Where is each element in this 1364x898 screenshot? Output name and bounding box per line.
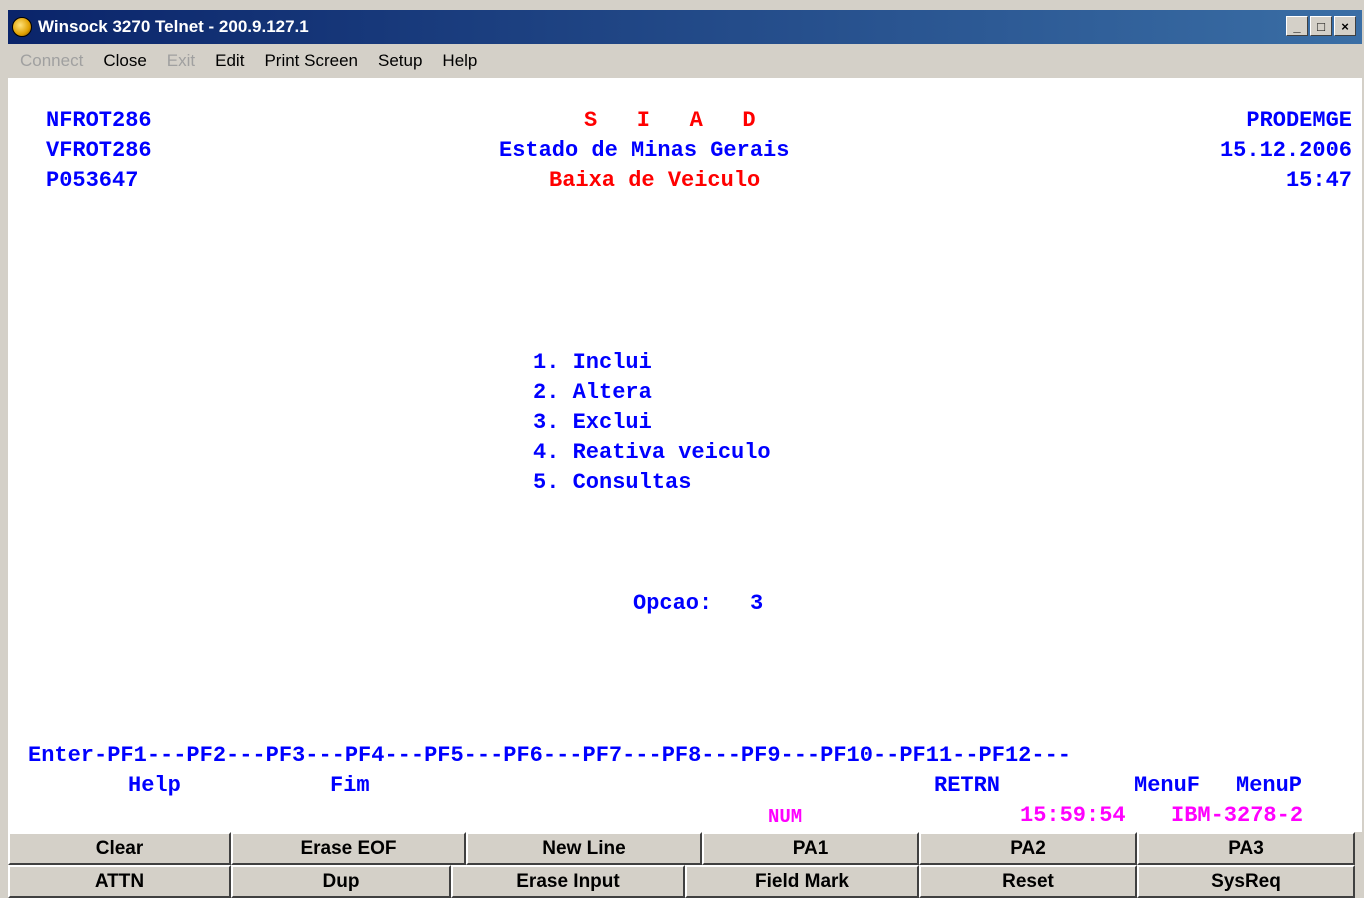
keypad-row-2: ATTN Dup Erase Input Field Mark Reset Sy…: [8, 865, 1362, 898]
window-controls: _ □ ×: [1286, 16, 1356, 36]
status-terminal: IBM-3278-2: [1171, 803, 1304, 828]
pf9-retrn: RETRN: [934, 773, 1001, 798]
attn-button[interactable]: ATTN: [8, 865, 231, 898]
erase-input-button[interactable]: Erase Input: [451, 865, 685, 898]
menu-help[interactable]: Help: [442, 51, 477, 71]
screen-time: 15:47: [1285, 168, 1352, 193]
menu-setup[interactable]: Setup: [378, 51, 422, 71]
clear-button[interactable]: Clear: [8, 832, 231, 865]
sysreq-button[interactable]: SysReq: [1137, 865, 1355, 898]
minimize-button[interactable]: _: [1286, 16, 1308, 36]
app-icon[interactable]: [12, 17, 32, 37]
pa3-button[interactable]: PA3: [1137, 832, 1355, 865]
menu-exit[interactable]: Exit: [167, 51, 195, 71]
menu-connect[interactable]: Connect: [20, 51, 83, 71]
org-name: PRODEMGE: [1246, 108, 1352, 133]
terminal-screen[interactable]: NFROT286 VFROT286 P053647 S I A D Estado…: [8, 78, 1362, 832]
option-prompt-label: Opcao:: [633, 591, 713, 616]
pa1-button[interactable]: PA1: [702, 832, 919, 865]
pf12-menup: MenuP: [1236, 773, 1303, 798]
title-bar: Winsock 3270 Telnet - 200.9.127.1 _ □ ×: [8, 10, 1362, 44]
pf11-menuf: MenuF: [1134, 773, 1201, 798]
state-name: Estado de Minas Gerais: [499, 138, 790, 163]
menu-close[interactable]: Close: [103, 51, 146, 71]
pf1-help: Help: [128, 773, 181, 798]
option-exclui: 3. Exclui: [533, 410, 652, 435]
menu-bar: Connect Close Exit Edit Print Screen Set…: [8, 44, 1362, 78]
screen-date: 15.12.2006: [1219, 138, 1352, 163]
pf3-fim: Fim: [330, 773, 370, 798]
program-id-1: NFROT286: [46, 108, 152, 133]
new-line-button[interactable]: New Line: [466, 832, 702, 865]
screen-title: Baixa de Veiculo: [549, 168, 761, 193]
dup-button[interactable]: Dup: [231, 865, 451, 898]
option-inclui: 1. Inclui: [533, 350, 652, 375]
erase-eof-button[interactable]: Erase EOF: [231, 832, 466, 865]
option-input[interactable]: 3: [750, 589, 763, 619]
pa2-button[interactable]: PA2: [919, 832, 1137, 865]
status-clock: 15:59:54: [1020, 803, 1126, 828]
menu-print-screen[interactable]: Print Screen: [264, 51, 358, 71]
program-id-2: VFROT286: [46, 138, 152, 163]
reset-button[interactable]: Reset: [919, 865, 1137, 898]
pf-key-line: Enter-PF1---PF2---PF3---PF4---PF5---PF6-…: [28, 743, 1071, 768]
window-title: Winsock 3270 Telnet - 200.9.127.1: [38, 17, 309, 36]
option-altera: 2. Altera: [533, 380, 652, 405]
option-reativa-veiculo: 4. Reativa veiculo: [533, 440, 771, 465]
close-button[interactable]: ×: [1334, 16, 1356, 36]
option-consultas: 5. Consultas: [533, 470, 692, 495]
system-name: S I A D: [584, 108, 756, 133]
keypad-row-1: Clear Erase EOF New Line PA1 PA2 PA3: [8, 832, 1362, 865]
maximize-button[interactable]: □: [1310, 16, 1332, 36]
field-mark-button[interactable]: Field Mark: [685, 865, 919, 898]
keypad: Clear Erase EOF New Line PA1 PA2 PA3 ATT…: [8, 832, 1362, 898]
menu-edit[interactable]: Edit: [215, 51, 244, 71]
status-num: NUM: [768, 806, 803, 828]
user-id: P053647: [46, 168, 139, 193]
